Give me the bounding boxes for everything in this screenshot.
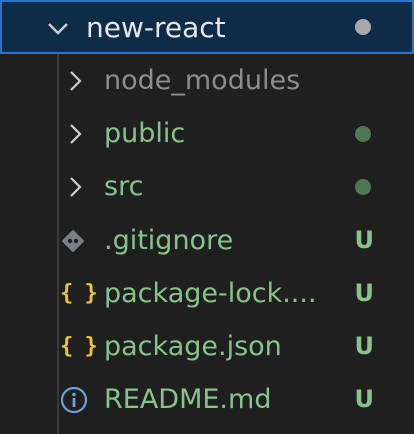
tree-item-label: node_modules xyxy=(104,65,301,96)
tree-item-readme[interactable]: README.md U xyxy=(0,373,414,426)
file-explorer: new-react node_modules public src .gitig… xyxy=(0,0,414,434)
chevron-down-icon[interactable] xyxy=(46,2,70,55)
explorer-root-folder[interactable]: new-react xyxy=(0,0,414,54)
tree-item-gitignore[interactable]: .gitignore U xyxy=(0,214,414,267)
untracked-dot-indicator xyxy=(355,179,371,195)
json-braces-icon: { } xyxy=(60,281,98,306)
tree-item-label: .gitignore xyxy=(104,225,234,256)
untracked-badge: U xyxy=(354,385,375,413)
untracked-badge: U xyxy=(354,226,375,254)
tree-item-label: package-lock.... xyxy=(104,278,317,309)
info-circle-icon xyxy=(60,373,88,426)
tree-item-label: public xyxy=(104,118,186,149)
json-braces-icon: { } xyxy=(60,334,98,359)
chevron-right-icon[interactable] xyxy=(64,54,88,107)
tree-item-label: src xyxy=(104,171,144,202)
tree-item-package-json[interactable]: { } package.json U xyxy=(0,320,414,373)
tree-item-label: README.md xyxy=(104,384,272,415)
untracked-badge: U xyxy=(354,332,375,360)
git-diamond-icon xyxy=(60,214,86,267)
modified-dot-indicator xyxy=(355,19,371,35)
tree-item-package-lock[interactable]: { } package-lock.... U xyxy=(0,267,414,320)
tree-item-node-modules[interactable]: node_modules xyxy=(0,54,414,107)
chevron-right-icon[interactable] xyxy=(64,107,88,160)
root-folder-label: new-react xyxy=(86,11,226,44)
untracked-dot-indicator xyxy=(355,126,371,142)
tree-item-label: package.json xyxy=(104,331,282,362)
untracked-badge: U xyxy=(354,279,375,307)
tree-item-public[interactable]: public xyxy=(0,107,414,160)
tree-item-src[interactable]: src xyxy=(0,160,414,213)
chevron-right-icon[interactable] xyxy=(64,160,88,213)
